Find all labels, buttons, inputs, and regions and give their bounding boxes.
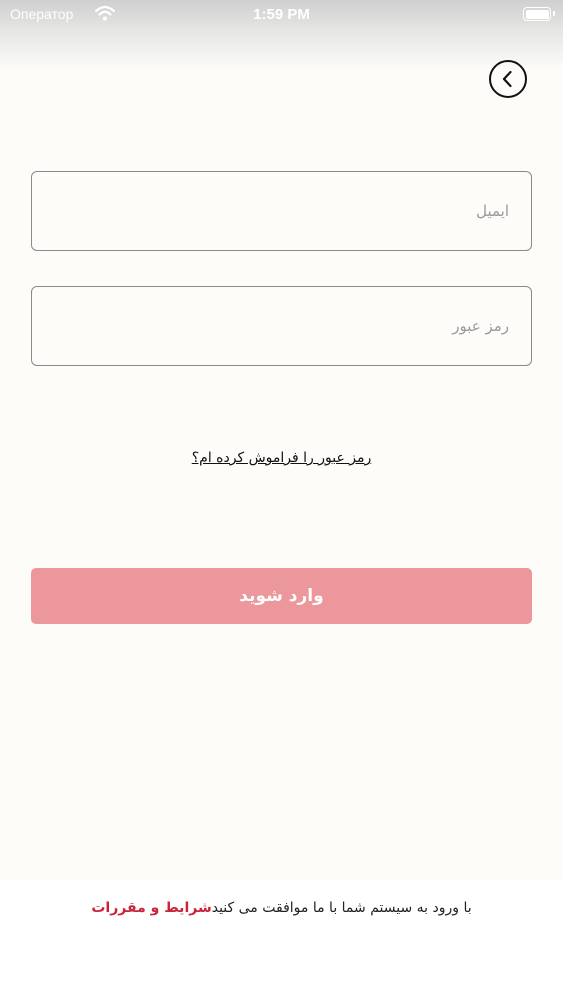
chevron-left-icon <box>502 70 512 88</box>
email-field[interactable] <box>31 171 532 251</box>
status-bar: Оператор 1:59 PM <box>0 0 563 70</box>
terms-agreement-text: با ورود به سیستم شما با ما موافقت می کنی… <box>211 900 472 916</box>
login-button-label: وارد شوید <box>239 586 324 606</box>
status-time: 1:59 PM <box>253 6 310 23</box>
login-button[interactable]: وارد شوید <box>31 568 532 624</box>
battery-icon <box>523 7 555 21</box>
password-field[interactable] <box>31 286 532 366</box>
terms-notice: با ورود به سیستم شما با ما موافقت می کنی… <box>0 900 563 916</box>
back-button[interactable] <box>489 60 527 98</box>
terms-link[interactable]: شرایط و مقررات <box>91 900 211 916</box>
forgot-password-link[interactable]: رمز عبور را فراموش کرده ام؟ <box>0 450 563 466</box>
footer <box>0 880 563 1000</box>
